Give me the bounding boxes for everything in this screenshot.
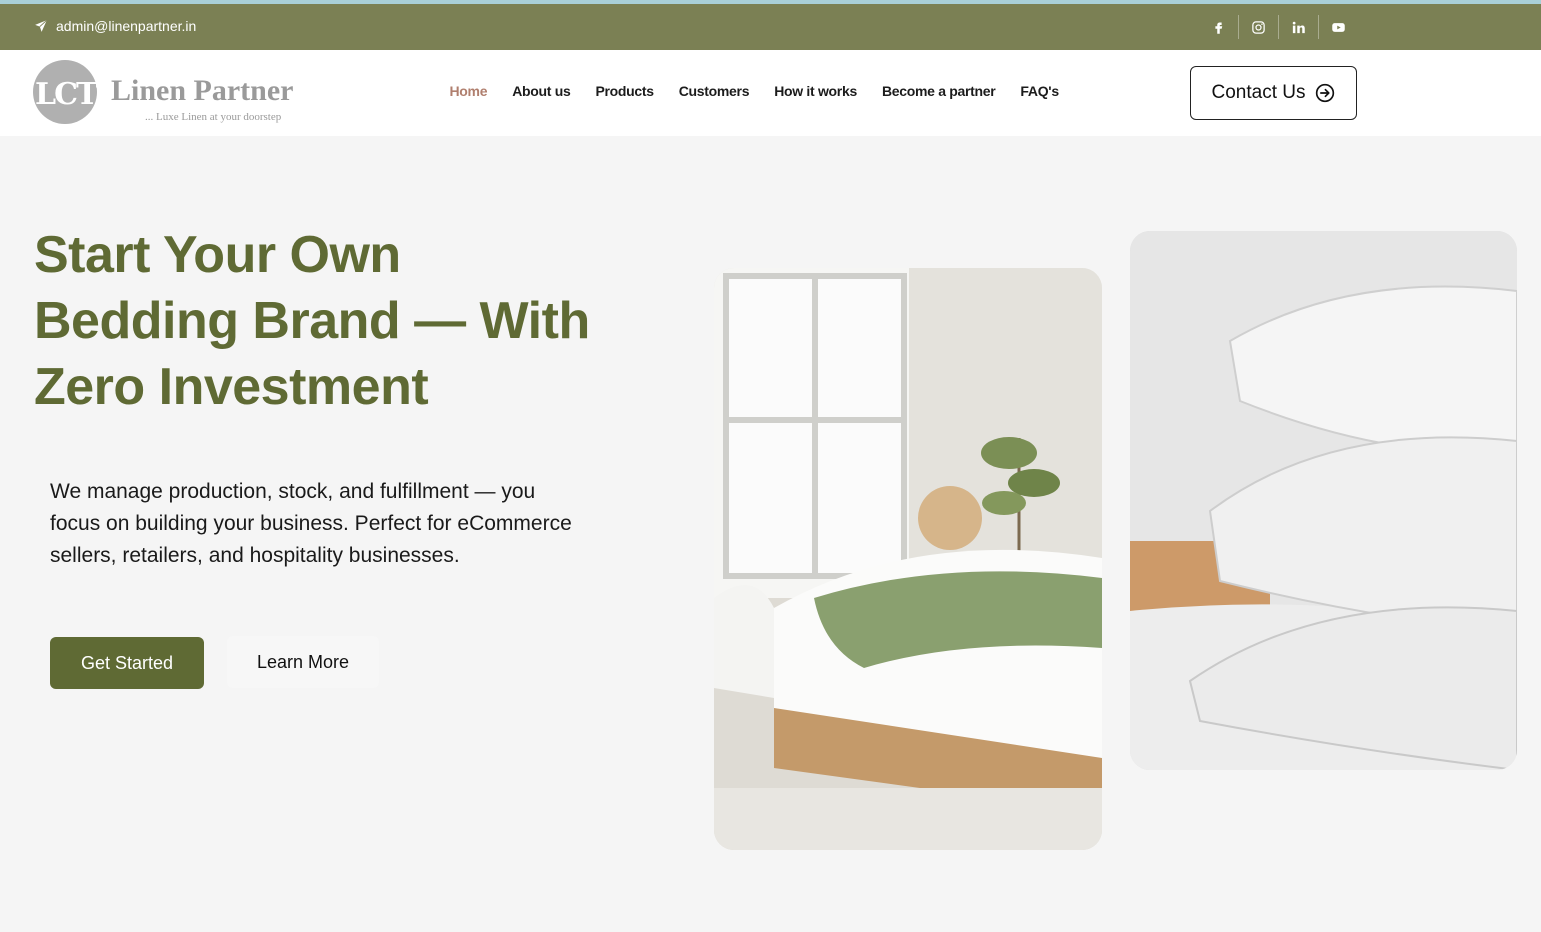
send-icon (35, 19, 48, 32)
linkedin-link[interactable] (1278, 15, 1318, 39)
nav-become-a-partner[interactable]: Become a partner (869, 83, 1007, 99)
instagram-link[interactable] (1238, 15, 1278, 39)
instagram-icon (1252, 20, 1265, 34)
pillows-image (1130, 231, 1517, 770)
hero-title-line: Zero Investment (34, 358, 429, 416)
email-contact[interactable]: admin@linenpartner.in (34, 18, 196, 34)
nav-faqs[interactable]: FAQ's (1008, 83, 1071, 99)
nav-about-us[interactable]: About us (500, 83, 583, 99)
top-bar: admin@linenpartner.in (0, 4, 1541, 50)
hero-title: Start Your Own Bedding Brand — With Zero… (34, 222, 634, 420)
logo-tagline: ... Luxe Linen at your doorstep (145, 111, 282, 123)
learn-more-button[interactable]: Learn More (227, 636, 379, 688)
arrow-right-circle-icon (1316, 83, 1335, 103)
nav-customers[interactable]: Customers (666, 83, 761, 99)
logo-mark: LCT (35, 77, 98, 112)
get-started-button[interactable]: Get Started (50, 637, 204, 689)
bedroom-image (714, 268, 1102, 850)
nav-how-it-works[interactable]: How it works (762, 83, 870, 99)
youtube-link[interactable] (1318, 15, 1358, 39)
hero-title-line: Bedding Brand — With (34, 292, 590, 350)
social-links (1198, 15, 1358, 39)
nav-products[interactable]: Products (583, 83, 666, 99)
facebook-link[interactable] (1198, 15, 1238, 39)
email-text: admin@linenpartner.in (56, 18, 197, 34)
linkedin-icon (1292, 21, 1305, 33)
logo[interactable]: LCT Linen Partner ... Luxe Linen at your… (33, 60, 313, 126)
contact-us-button[interactable]: Contact Us (1190, 66, 1357, 120)
main-nav: Home About us Products Customers How it … (437, 83, 1071, 99)
hero-description: We manage production, stock, and fulfill… (50, 480, 572, 567)
site-header: LCT Linen Partner ... Luxe Linen at your… (0, 50, 1541, 136)
nav-home[interactable]: Home (437, 83, 500, 99)
logo-name: Linen Partner (111, 74, 294, 107)
hero-title-line: Start Your Own (34, 226, 401, 284)
facebook-icon (1214, 22, 1222, 34)
contact-us-label: Contact Us (1211, 82, 1306, 103)
youtube-icon (1332, 22, 1345, 32)
